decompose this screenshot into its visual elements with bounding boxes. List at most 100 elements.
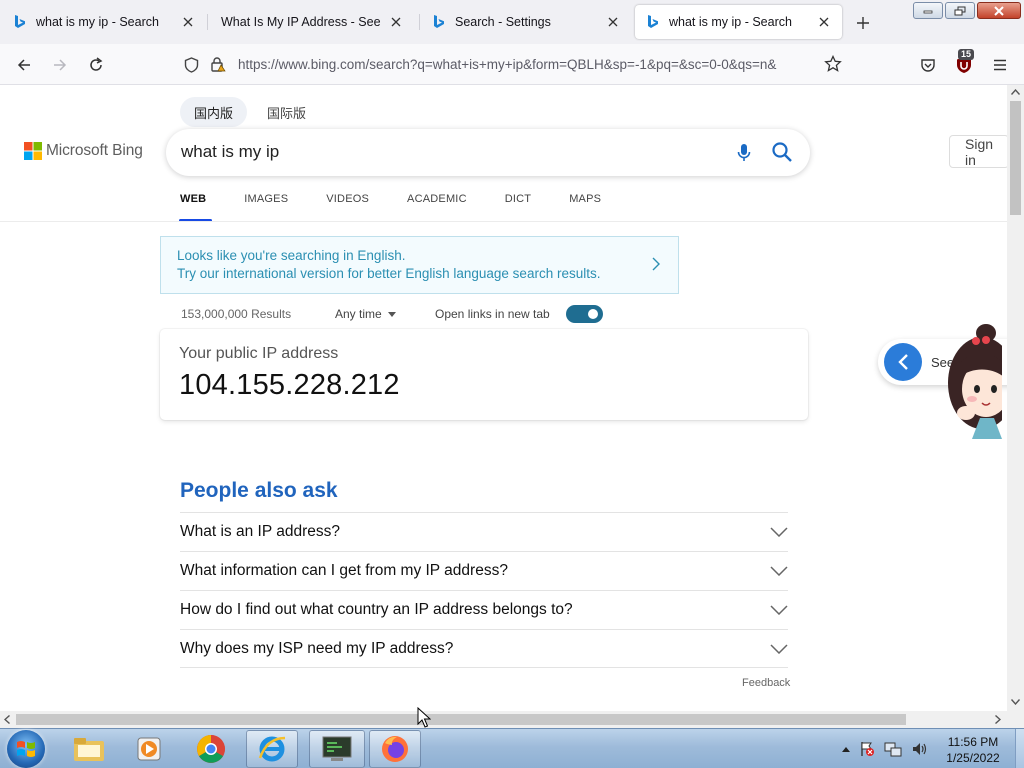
search-input[interactable]: what is my ip xyxy=(181,142,279,162)
ip-address-card: Your public IP address 104.155.228.212 xyxy=(160,329,808,420)
hamburger-menu-icon xyxy=(994,59,1006,71)
lock-icon[interactable] xyxy=(210,56,226,73)
close-tab-icon[interactable] xyxy=(605,14,621,30)
chevron-left-icon xyxy=(898,354,908,370)
volume-icon[interactable] xyxy=(911,741,929,757)
taskbar-firefox[interactable] xyxy=(369,730,421,768)
close-tab-icon[interactable] xyxy=(388,14,404,30)
horizontal-scroll-thumb[interactable] xyxy=(16,714,906,725)
tab-what-is-my-ip-address[interactable]: What Is My IP Address - See Your xyxy=(208,5,414,39)
windows-taskbar: 11:56 PM 1/25/2022 xyxy=(0,728,1024,768)
address-bar[interactable]: https://www.bing.com/search?q=what+is+my… xyxy=(174,50,850,79)
chevron-down-icon xyxy=(770,643,788,654)
bing-logo[interactable]: Microsoft Bing xyxy=(24,142,143,160)
scroll-left-arrow-icon[interactable] xyxy=(4,715,10,724)
extension-badge: 15 xyxy=(958,49,975,60)
menu-button[interactable] xyxy=(987,52,1013,78)
people-also-ask-title: People also ask xyxy=(180,479,338,502)
url-text[interactable]: https://www.bing.com/search?q=what+is+my… xyxy=(238,57,816,72)
start-button[interactable] xyxy=(7,730,45,768)
window-controls xyxy=(913,2,1021,19)
scroll-right-arrow-icon[interactable] xyxy=(995,715,1001,724)
new-tab-button[interactable] xyxy=(852,12,874,34)
tab-separator xyxy=(419,14,420,30)
scope-dict[interactable]: DICT xyxy=(505,193,531,221)
paa-question-text: Why does my ISP need my IP address? xyxy=(180,639,454,657)
tracking-protection-shield-icon[interactable] xyxy=(184,57,199,73)
taskbar-internet-explorer[interactable] xyxy=(246,730,298,768)
language-banner[interactable]: Looks like you're searching in English. … xyxy=(160,236,679,294)
paa-question-text: What is an IP address? xyxy=(180,523,340,540)
clock-date: 1/25/2022 xyxy=(946,751,1000,765)
show-hidden-icons-icon[interactable] xyxy=(842,746,850,752)
paa-question[interactable]: Why does my ISP need my IP address? xyxy=(180,629,788,668)
paa-question-text: What information can I get from my IP ad… xyxy=(180,562,508,579)
horizontal-scrollbar[interactable] xyxy=(0,711,1007,728)
banner-line-1: Looks like you're searching in English. xyxy=(177,248,406,263)
search-box[interactable]: what is my ip xyxy=(166,129,810,176)
ip-label: Your public IP address xyxy=(179,345,339,362)
tab-what-is-my-ip-active[interactable]: what is my ip - Search xyxy=(635,5,842,39)
scope-images[interactable]: IMAGES xyxy=(244,193,288,221)
sign-in-button[interactable]: Sign in xyxy=(949,135,1007,168)
bookmark-star-icon[interactable] xyxy=(824,55,842,73)
restore-icon xyxy=(954,6,966,15)
show-desktop-button[interactable] xyxy=(1015,729,1024,768)
vertical-scrollbar[interactable] xyxy=(1007,85,1024,711)
mouse-cursor-icon xyxy=(417,707,431,728)
scroll-up-arrow-icon[interactable] xyxy=(1011,89,1020,95)
scope-academic[interactable]: ACADEMIC xyxy=(407,193,467,221)
taskbar-chrome[interactable] xyxy=(185,730,237,768)
region-tab-international[interactable]: 国际版 xyxy=(253,97,320,127)
reload-button[interactable] xyxy=(83,52,109,78)
time-filter-dropdown[interactable]: Any time xyxy=(335,307,396,321)
tab-strip: what is my ip - Search What Is My IP Add… xyxy=(0,0,1024,44)
taskbar-media-player[interactable] xyxy=(123,730,175,768)
taskbar-terminal[interactable] xyxy=(309,730,365,768)
mascot-character-icon xyxy=(948,324,1002,439)
scope-maps[interactable]: MAPS xyxy=(569,193,601,221)
bing-icon xyxy=(431,14,447,30)
banner-line-2: Try our international version for better… xyxy=(177,266,601,281)
tab-title: what is my ip - Search xyxy=(36,15,159,29)
clock[interactable]: 11:56 PM 1/25/2022 xyxy=(940,734,1006,766)
minimize-button[interactable] xyxy=(913,2,943,19)
tab-search-settings[interactable]: Search - Settings xyxy=(421,5,631,39)
action-center-flag-icon[interactable] xyxy=(859,741,875,757)
divider xyxy=(0,221,1007,222)
chevron-down-icon xyxy=(770,605,788,615)
back-button[interactable] xyxy=(11,52,37,78)
media-player-icon xyxy=(137,737,161,761)
region-tabs: 国内版 国际版 xyxy=(180,97,320,127)
region-tab-domestic[interactable]: 国内版 xyxy=(180,97,248,127)
open-links-toggle[interactable] xyxy=(566,305,603,323)
tab-what-is-my-ip-1[interactable]: what is my ip - Search xyxy=(2,5,206,39)
forward-button[interactable] xyxy=(47,52,73,78)
network-icon[interactable] xyxy=(884,741,902,757)
bing-icon xyxy=(645,14,661,30)
terminal-icon xyxy=(322,736,352,761)
taskbar-explorer[interactable] xyxy=(63,730,115,768)
scroll-down-arrow-icon[interactable] xyxy=(1011,699,1020,705)
file-explorer-icon xyxy=(74,738,104,761)
close-tab-icon[interactable] xyxy=(180,14,196,30)
close-tab-icon[interactable] xyxy=(816,14,832,30)
scrollbar-corner xyxy=(1007,711,1024,728)
scope-videos[interactable]: VIDEOS xyxy=(326,193,369,221)
close-window-button[interactable] xyxy=(977,2,1021,19)
pocket-button[interactable] xyxy=(915,52,941,78)
close-icon xyxy=(994,5,1004,16)
scope-web[interactable]: WEB xyxy=(178,193,213,222)
plus-icon xyxy=(857,17,869,29)
restore-button[interactable] xyxy=(945,2,975,19)
microphone-icon[interactable] xyxy=(736,142,752,164)
paa-question[interactable]: What is an IP address? xyxy=(180,512,788,551)
pocket-icon xyxy=(921,59,935,72)
bing-results-page: 国内版 国际版 Microsoft Bing what is my ip Sig… xyxy=(0,85,1007,711)
paa-question[interactable]: What information can I get from my IP ad… xyxy=(180,551,788,590)
feedback-link[interactable]: Feedback xyxy=(742,677,790,689)
search-icon[interactable] xyxy=(771,141,793,163)
paa-question[interactable]: How do I find out what country an IP add… xyxy=(180,590,788,629)
side-widget-button[interactable] xyxy=(884,343,922,381)
vertical-scroll-thumb[interactable] xyxy=(1010,101,1021,215)
